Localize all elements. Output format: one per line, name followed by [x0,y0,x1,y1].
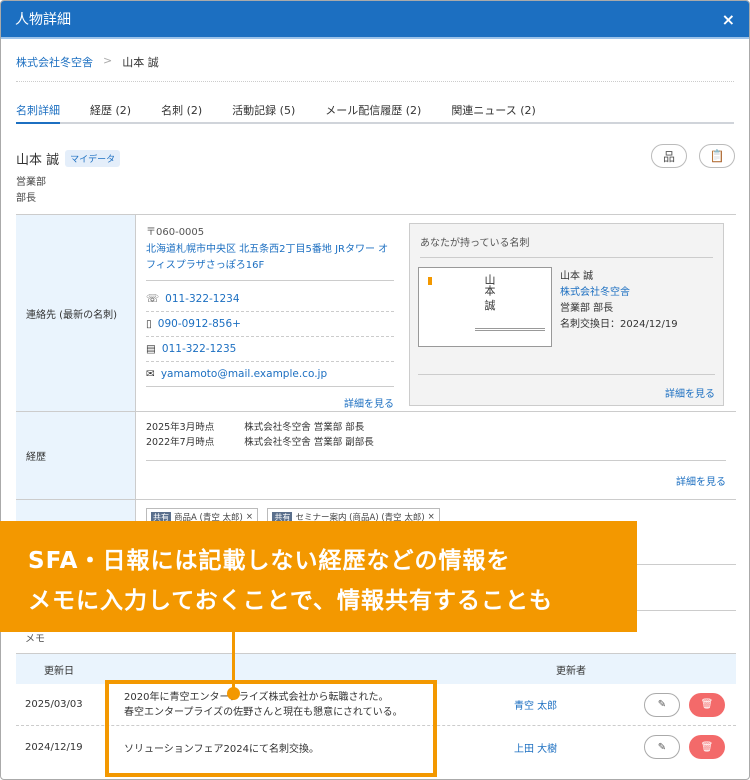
callout-dot [227,687,240,700]
tab-career[interactable]: 経歴 (2) [90,102,131,122]
callout-line2: メモに入力しておくことで、情報共有することも [28,588,554,614]
mobile-icon: ▯ [146,318,152,330]
career-text: 株式会社冬空舎 営業部 副部長 [244,437,374,448]
career-date: 2022年7月時点 [146,437,215,448]
card-address-lines [475,328,545,342]
pencil-icon: ✎ [657,741,667,753]
clipboard-edit-button[interactable]: 📋 [699,144,735,168]
career-more-link[interactable]: 詳細を見る [676,477,726,488]
career-cell: 2025年3月時点 株式会社冬空舎 営業部 部長 2022年7月時点 株式会社冬空舎… [136,412,736,499]
card-position: 営業部 部長 [560,303,614,314]
owned-card-heading: あなたが持っている名刺 [420,234,713,258]
edit-button[interactable]: ✎ [644,735,680,759]
divider [16,81,734,82]
card-more-link[interactable]: 詳細を見る [665,389,715,400]
memo-updater-link[interactable]: 青空 太郎 [514,697,644,712]
fax-link[interactable]: 011-322-1235 [162,343,236,355]
card-logo-icon [428,277,432,285]
breadcrumb-company[interactable]: 株式会社冬空舎 [16,54,93,70]
callout-line1: SFA・日報には記載しない経歴などの情報を [28,548,511,574]
callout-banner: SFA・日報には記載しない経歴などの情報を メモに入力しておくことで、情報共有す… [0,521,637,632]
chevron-right-icon: > [103,54,113,67]
tab-news[interactable]: 関連ニュース (2) [451,102,536,122]
memo-updater-link[interactable]: 上田 大樹 [514,740,644,755]
pencil-icon: ✎ [657,699,667,710]
memo-label: メモ [25,634,45,645]
person-name-row: 山本 誠 マイデータ [16,149,121,168]
tab-bar: 名刺詳細 経歴 (2) 名刺 (2) 活動記録 (5) メール配信履歴 (2) … [16,102,734,124]
trash-icon: 🗑 [700,741,714,753]
card-name-vertical: 山本 誠 [483,274,496,311]
clipboard-edit-icon: 📋 [709,149,725,163]
org-chart-icon: 品 [662,149,675,164]
career-label: 経歴 [16,412,136,499]
person-dept: 営業部 [16,177,46,188]
tab-activity[interactable]: 活動記録 (5) [232,102,295,122]
zip-code: 〒060-0005 [146,227,205,238]
header-updater: 更新者 [556,665,586,677]
breadcrumb: 株式会社冬空舎 > 山本 誠 [16,54,159,70]
career-date: 2025年3月時点 [146,422,215,433]
my-data-badge: マイデータ [65,150,121,167]
card-person-name: 山本 誠 [560,271,594,282]
edit-button[interactable]: ✎ [644,692,680,717]
phone-icon: ☏ [146,293,160,305]
contact-more-link[interactable]: 詳細を見る [344,399,394,410]
person-name: 山本 誠 [16,153,60,168]
delete-button[interactable]: 🗑 [689,735,725,759]
owned-card-panel: あなたが持っている名刺 山本 誠 山本 誠 株式会社冬空舎 営業部 部長 名刺交… [409,223,724,406]
career-item: 2022年7月時点 株式会社冬空舎 営業部 副部長 [146,435,726,450]
dialog-header: 人物詳細 × [1,1,749,39]
tab-cards[interactable]: 名刺 (2) [161,102,202,122]
delete-button[interactable]: 🗑 [689,692,725,717]
business-card-image[interactable]: 山本 誠 [418,267,552,347]
mobile-link[interactable]: 090-0912-856+ [158,318,241,330]
tab-card-detail[interactable]: 名刺詳細 [16,102,60,124]
trash-icon: 🗑 [700,699,714,710]
close-icon[interactable]: × [722,10,735,29]
tel-link[interactable]: 011-322-1234 [165,293,239,305]
tab-mail-history[interactable]: メール配信履歴 (2) [325,102,421,122]
career-item: 2025年3月時点 株式会社冬空舎 営業部 部長 [146,420,726,435]
header-date: 更新日 [44,665,74,677]
org-chart-button[interactable]: 品 [651,144,687,168]
address-link[interactable]: 北海道札幌市中央区 北五条西2丁目5番地 JRタワー オフィスプラザさっぽろ16… [146,242,394,281]
person-title: 部長 [16,193,36,204]
contact-row: 連絡先 (最新の名刺) 〒060-0005 北海道札幌市中央区 北五条西2丁目5… [16,215,736,412]
contact-cell: 〒060-0005 北海道札幌市中央区 北五条西2丁目5番地 JRタワー オフィ… [136,215,736,411]
contact-label: 連絡先 (最新の名刺) [16,215,136,411]
card-company-link[interactable]: 株式会社冬空舎 [560,285,678,301]
career-text: 株式会社冬空舎 営業部 部長 [244,422,365,433]
breadcrumb-person: 山本 誠 [122,56,159,69]
email-link[interactable]: yamamoto@mail.example.co.jp [161,368,327,380]
person-detail-dialog: 人物詳細 × 株式会社冬空舎 > 山本 誠 名刺詳細 経歴 (2) 名刺 (2)… [0,0,750,780]
career-row: 経歴 2025年3月時点 株式会社冬空舎 営業部 部長 2022年7月時点 株式会社… [16,412,736,500]
mail-icon: ✉ [146,368,155,380]
contact-info: 〒060-0005 北海道札幌市中央区 北五条西2丁目5番地 JRタワー オフィ… [146,223,394,410]
callout-highlight-box [105,680,437,777]
card-exchange-date: 名刺交換日：2024/12/19 [560,319,678,330]
dialog-title: 人物詳細 [15,12,71,28]
fax-icon: ▤ [146,343,156,355]
